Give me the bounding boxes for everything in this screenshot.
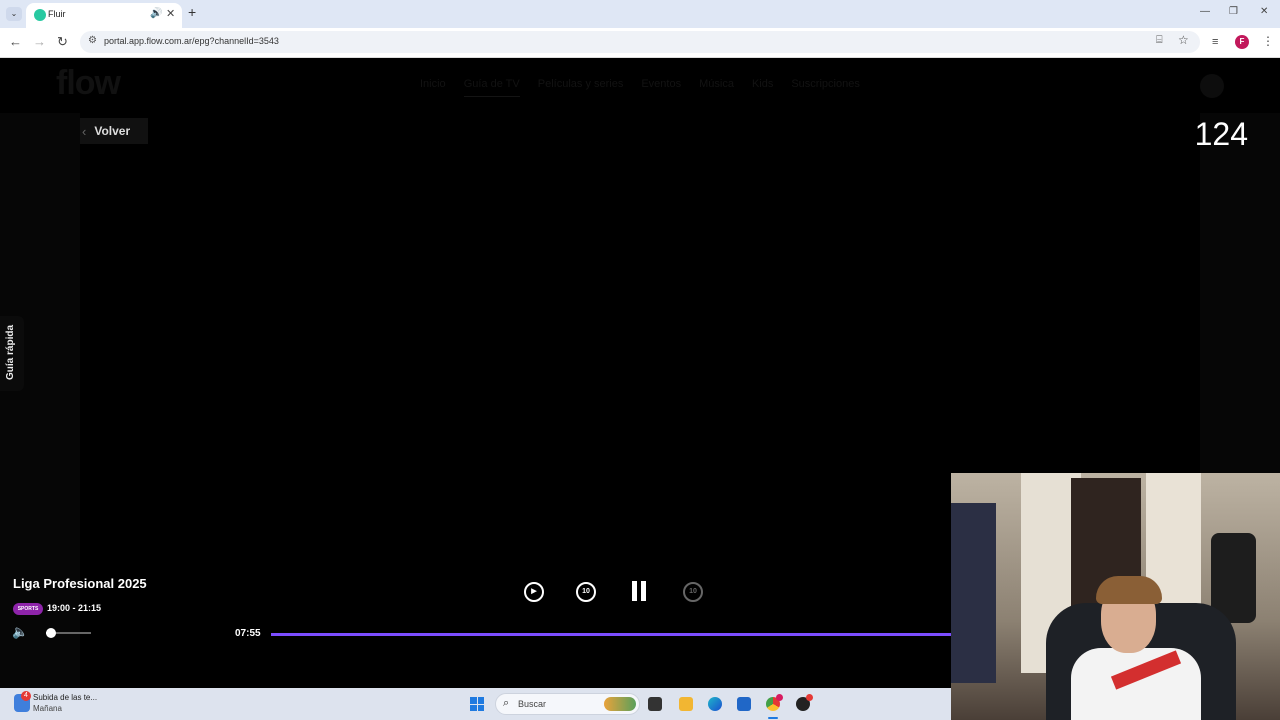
progress-bar-fill [271,633,951,636]
quick-guide-label: Guía rápida [5,324,16,380]
pause-icon [626,581,652,601]
back-button[interactable]: ‹ Volver [80,118,148,144]
nav-item-inicio[interactable]: Inicio [420,78,446,97]
pause-button[interactable] [626,579,652,605]
forward-arrow-icon[interactable]: → [33,34,46,49]
restart-button[interactable]: ▶ [521,579,547,605]
webcam-poster [951,503,996,683]
edge-browser-icon[interactable] [708,697,722,711]
back-arrow-icon[interactable]: ← [9,34,22,49]
flow-logo[interactable]: flow [56,64,121,103]
nav-item-suscripciones[interactable]: Suscripciones [791,78,859,97]
new-tab-icon[interactable]: + [188,4,196,20]
windows-start-icon[interactable] [470,697,484,711]
volume-slider-handle[interactable] [45,628,56,638]
tab-title: Fluir [48,9,66,19]
nav-item-musica[interactable]: Música [699,78,734,97]
window-close-icon[interactable]: ✕ [1260,6,1268,17]
webcam-person-shirt [1071,648,1201,720]
search-highlight-icon [604,697,636,711]
nav-item-guia-tv[interactable]: Guía de TV [463,78,520,97]
channel-number: 124 [1194,116,1248,152]
search-icon: ⌕ [503,697,510,709]
tab-close-icon[interactable]: ✕ [166,7,175,20]
site-header: flow Inicio Guía de TV Películas y serie… [0,58,1280,113]
profile-avatar[interactable]: F [1235,35,1249,49]
search-placeholder: Buscar [518,699,547,709]
taskbar-search-box[interactable]: ⌕ Buscar [495,693,640,715]
nav-item-eventos[interactable]: Eventos [641,78,681,97]
tab-favicon-icon [34,9,46,21]
webcam-overlay [951,473,1280,720]
news-widget-title[interactable]: Subida de las te... [33,693,97,702]
forward-10-button[interactable]: 10 [680,579,706,605]
elapsed-time: 07:55 [235,628,261,639]
browser-tab[interactable]: Fluir 🔊 ✕ [26,3,182,28]
file-explorer-icon[interactable] [679,697,693,711]
bookmark-star-icon[interactable]: ☆ [1178,33,1189,47]
site-navigation: Inicio Guía de TV Películas y series Eve… [420,78,860,97]
site-info-icon[interactable]: ⚙ [88,35,97,46]
browser-toolbar: ← → ↻ ⚙ portal.app.flow.com.ar/epg?chann… [0,28,1280,58]
webcam-person-hair [1096,576,1162,604]
right-overlay [1200,113,1280,473]
quick-guide-tab[interactable]: Guía rápida [0,316,24,391]
browser-tab-strip: ⌄ Fluir 🔊 ✕ + — ❐ ✕ [0,0,1280,28]
restart-icon: ▶ [524,582,544,602]
news-badge: 4 [21,691,31,701]
rewind-10-button[interactable]: 10 [573,579,599,605]
chevron-left-icon: ‹ [82,123,87,139]
browser-menu-icon[interactable]: ⋮ [1262,34,1274,48]
news-widget-subtitle[interactable]: Mañana [33,704,62,713]
channel-logo: SPORTS [13,603,43,615]
chrome-profile-badge [776,694,783,701]
restore-icon[interactable]: ❐ [1229,6,1238,17]
windows-taskbar: 4 Subida de las te... Mañana ⌕ Buscar [0,688,951,720]
tab-audio-icon[interactable]: 🔊 [150,8,162,19]
active-app-indicator [768,717,778,719]
user-avatar[interactable] [1200,74,1224,98]
translate-icon[interactable]: ⌸ [1156,34,1163,47]
microsoft-store-icon[interactable] [737,697,751,711]
task-view-icon[interactable] [648,697,662,711]
media-controls-icon[interactable]: ≡ [1212,36,1218,48]
program-title: Liga Profesional 2025 [13,576,147,591]
minimize-icon[interactable]: — [1200,6,1210,17]
back-button-label: Volver [94,124,131,138]
program-time: 19:00 - 21:15 [47,603,102,613]
rewind-10-icon: 10 [576,582,596,602]
left-overlay [0,113,80,688]
volume-icon[interactable]: 🔈 [12,624,28,640]
nav-item-kids[interactable]: Kids [752,78,773,97]
nav-item-peliculas-series[interactable]: Películas y series [538,78,624,97]
reload-icon[interactable]: ↻ [57,34,68,50]
forward-10-icon: 10 [683,582,703,602]
app-notification-badge [806,694,813,701]
tab-search-dropdown-icon[interactable]: ⌄ [6,7,22,21]
address-bar[interactable]: ⚙ portal.app.flow.com.ar/epg?channelId=3… [80,31,1200,53]
url-text[interactable]: portal.app.flow.com.ar/epg?channelId=354… [104,36,279,46]
